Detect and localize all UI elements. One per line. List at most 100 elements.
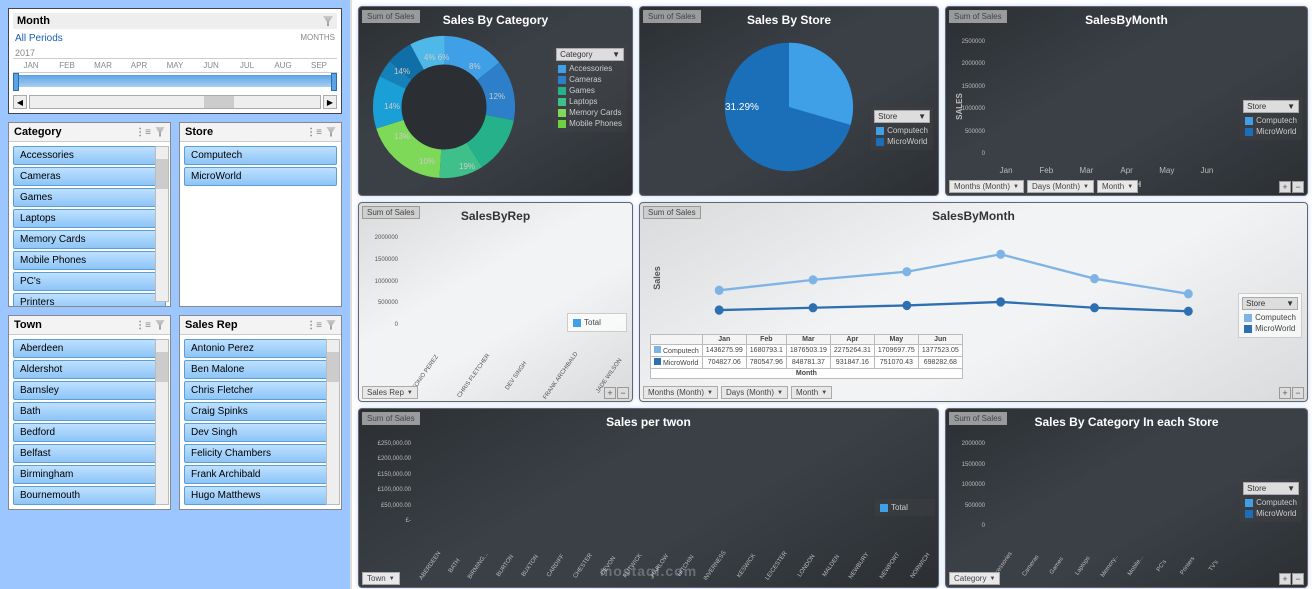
slicer-item[interactable]: Birmingham xyxy=(13,465,166,484)
slicer-item[interactable]: Memory Cards xyxy=(13,230,166,249)
slicer-item[interactable]: Belfast xyxy=(13,444,166,463)
legend-dropdown[interactable]: Store▼ xyxy=(1243,100,1299,113)
pie-label: 31.29% xyxy=(725,102,759,113)
slicer-item[interactable]: Aldershot xyxy=(13,360,166,379)
x-label: DEVON xyxy=(600,556,617,577)
timeline-units[interactable]: MONTHS xyxy=(300,33,335,44)
x-label: Printers xyxy=(1178,554,1198,579)
clear-filter-icon[interactable] xyxy=(326,320,336,330)
multiselect-icon[interactable]: ⋮≡ xyxy=(135,320,151,331)
slicer-item[interactable]: Computech xyxy=(184,146,337,165)
x-label: Jan xyxy=(986,166,1026,175)
slicer-item[interactable]: Printers xyxy=(13,293,166,306)
slicer-town: Town ⋮≡ Aberdeen Aldershot Barnsley Bath Bed… xyxy=(8,315,171,510)
slicer-item[interactable]: Bath xyxy=(13,402,166,421)
timeline-month[interactable]: JAN xyxy=(13,59,49,72)
slicer-store: Store ⋮≡ Computech MicroWorld xyxy=(179,122,342,307)
collapse-button[interactable]: − xyxy=(617,387,629,399)
x-label: ABERDEEN xyxy=(419,551,443,581)
slicer-item[interactable]: Frank Archibald xyxy=(184,465,337,484)
timeline-month[interactable]: JUN xyxy=(193,59,229,72)
field-dropdown[interactable]: Category xyxy=(949,572,1000,585)
scrollbar[interactable] xyxy=(155,146,169,302)
slicer-item[interactable]: Felicity Chambers xyxy=(184,444,337,463)
legend-item: Cameras xyxy=(556,74,624,85)
scrollbar[interactable] xyxy=(155,339,169,505)
slicer-item[interactable]: Mobile Phones xyxy=(13,251,166,270)
slicer-item[interactable]: Barnsley xyxy=(13,381,166,400)
filter-icon[interactable] xyxy=(323,16,333,26)
field-dropdown[interactable]: Days (Month) xyxy=(721,386,788,399)
scroll-left-button[interactable]: ◀ xyxy=(13,95,27,109)
timeline-month[interactable]: APR xyxy=(121,59,157,72)
timeline-month[interactable]: SEP xyxy=(301,59,337,72)
multiselect-icon[interactable]: ⋮≡ xyxy=(135,127,151,138)
slicer-item[interactable]: Games xyxy=(13,188,166,207)
x-label: Feb xyxy=(1026,166,1066,175)
legend-dropdown[interactable]: Store▼ xyxy=(874,110,930,123)
slicer-item[interactable]: Hugo Matthews xyxy=(184,486,337,505)
x-label: BUXTON xyxy=(521,554,540,578)
clear-filter-icon[interactable] xyxy=(326,127,336,137)
slicer-item[interactable]: Bournemouth xyxy=(13,486,166,505)
timeline-month[interactable]: FEB xyxy=(49,59,85,72)
expand-button[interactable]: + xyxy=(1279,181,1291,193)
slicer-item[interactable]: Aberdeen xyxy=(13,339,166,358)
card-tag: Sum of Sales xyxy=(362,206,420,219)
slicer-title: Store xyxy=(185,126,213,138)
multiselect-icon[interactable]: ⋮≡ xyxy=(306,127,322,138)
multiselect-icon[interactable]: ⋮≡ xyxy=(306,320,322,331)
legend-dropdown[interactable]: Store▼ xyxy=(1242,297,1298,310)
expand-button[interactable]: + xyxy=(1279,387,1291,399)
timeline-allperiods[interactable]: All Periods xyxy=(15,33,63,44)
slicer-item[interactable]: Cameras xyxy=(13,167,166,186)
field-dropdown[interactable]: Months (Month) xyxy=(643,386,718,399)
slicer-item[interactable]: Antonio Perez xyxy=(184,339,337,358)
clear-filter-icon[interactable] xyxy=(155,127,165,137)
card-tag: Sum of Sales xyxy=(949,412,1007,425)
scroll-track[interactable] xyxy=(29,95,321,109)
field-dropdown[interactable]: Town xyxy=(362,572,400,585)
timeline-month[interactable]: JUL xyxy=(229,59,265,72)
legend-item: MicroWorld xyxy=(874,136,930,147)
x-label: CHRIS FLETCHER xyxy=(457,353,492,399)
slicer-item[interactable]: Dev Singh xyxy=(184,423,337,442)
y-axis-label: Sales xyxy=(652,266,662,290)
legend-item: Computech xyxy=(1242,312,1298,323)
slicer-item[interactable]: Chris Fletcher xyxy=(184,381,337,400)
slicer-item[interactable]: Accessories xyxy=(13,146,166,165)
scrollbar[interactable] xyxy=(326,339,340,505)
field-dropdown[interactable]: Months (Month) xyxy=(949,180,1024,193)
timeline-month[interactable]: AUG xyxy=(265,59,301,72)
collapse-button[interactable]: − xyxy=(1292,387,1304,399)
slicer-item[interactable]: Laptops xyxy=(13,209,166,228)
timeline-month[interactable]: MAR xyxy=(85,59,121,72)
slicer-item[interactable]: Bedford xyxy=(13,423,166,442)
slicer-item[interactable]: Craig Spinks xyxy=(184,402,337,421)
x-label: MALDEN xyxy=(822,554,841,578)
field-dropdown[interactable]: Month xyxy=(1097,180,1138,193)
x-label: Games xyxy=(1048,554,1068,579)
expand-button[interactable]: + xyxy=(1279,573,1291,585)
field-dropdown[interactable]: Month xyxy=(791,386,832,399)
x-label: BIRMING... xyxy=(467,552,490,581)
slicer-item[interactable]: PC's xyxy=(13,272,166,291)
x-label: May xyxy=(1147,166,1187,175)
month-timeline[interactable]: Month All Periods MONTHS 2017 JANFEBMARA… xyxy=(8,8,342,114)
clear-filter-icon[interactable] xyxy=(155,320,165,330)
timeline-month[interactable]: MAY xyxy=(157,59,193,72)
slicer-item[interactable]: Ben Malone xyxy=(184,360,337,379)
expand-button[interactable]: + xyxy=(604,387,616,399)
collapse-button[interactable]: − xyxy=(1292,573,1304,585)
field-dropdown[interactable]: Sales Rep xyxy=(362,386,418,399)
x-label: CHESTER xyxy=(573,553,594,580)
slicer-item[interactable]: MicroWorld xyxy=(184,167,337,186)
slicer-title: Town xyxy=(14,319,42,331)
legend-dropdown[interactable]: Category▼ xyxy=(556,48,624,61)
collapse-button[interactable]: − xyxy=(1292,181,1304,193)
timeline-track[interactable] xyxy=(15,75,335,87)
field-dropdown[interactable]: Days (Month) xyxy=(1027,180,1094,193)
legend: Category▼ AccessoriesCamerasGamesLaptops… xyxy=(553,45,627,132)
legend-dropdown[interactable]: Store▼ xyxy=(1243,482,1299,495)
scroll-right-button[interactable]: ▶ xyxy=(323,95,337,109)
